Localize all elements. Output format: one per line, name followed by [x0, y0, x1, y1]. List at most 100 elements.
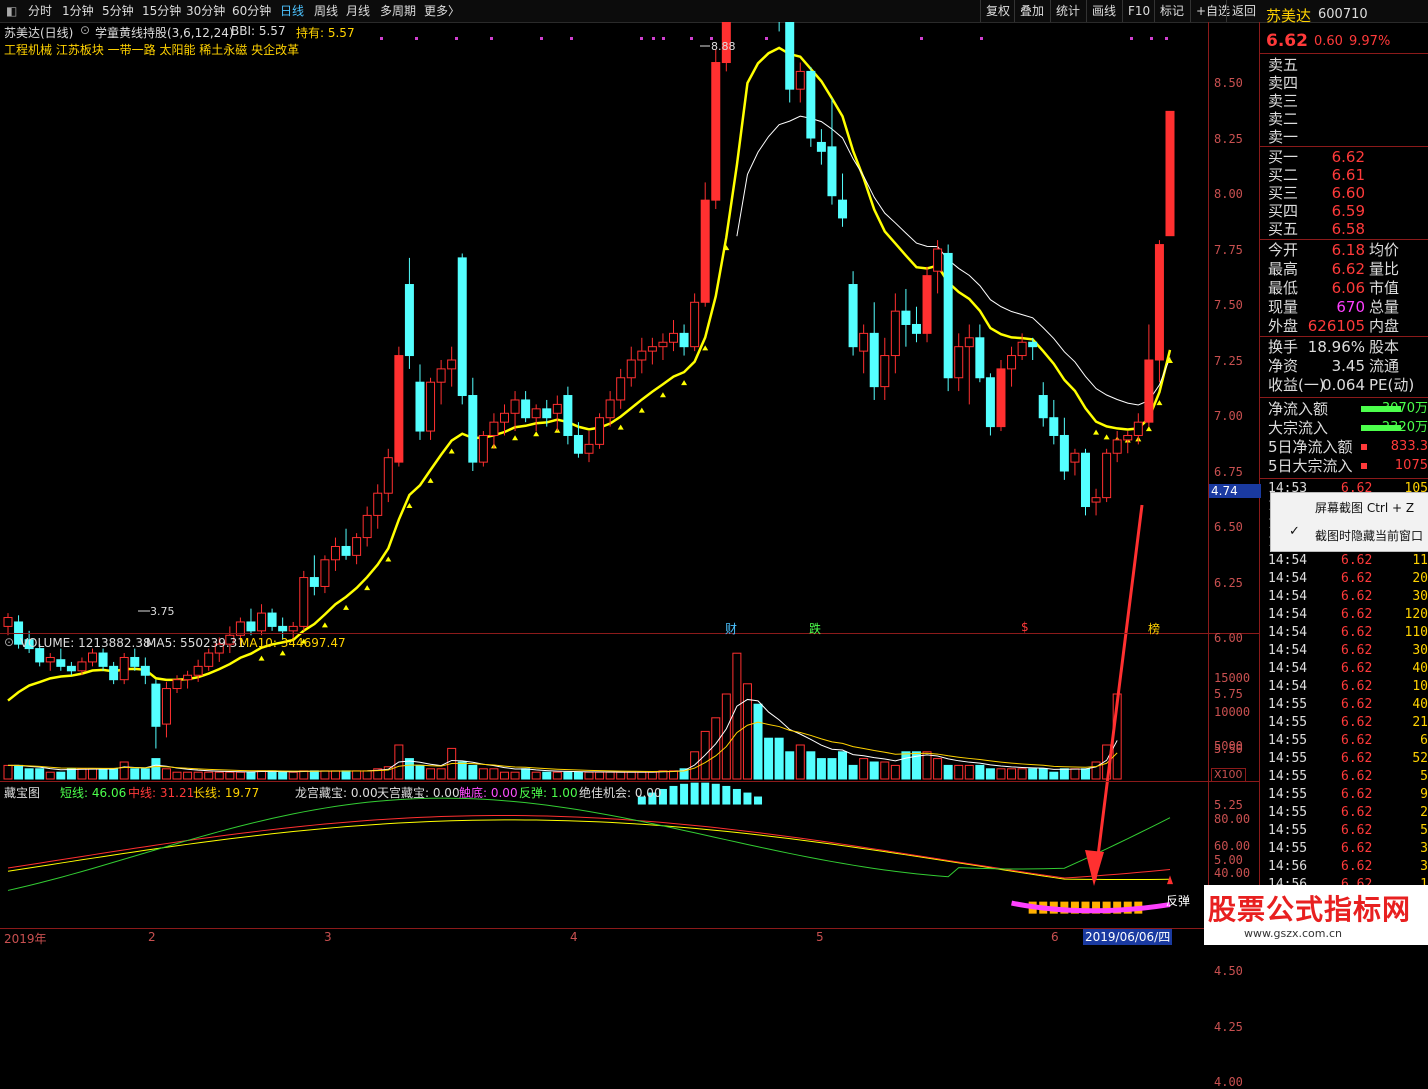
stat2-row-extra: 流通 — [1369, 357, 1400, 375]
price-axis-label: 6.00 — [1214, 631, 1243, 645]
event-mark-list[interactable]: 榜 — [1148, 620, 1160, 637]
stat-row: 最高 6.62 量比 — [1268, 260, 1428, 278]
quote-stock-code: 600710 — [1318, 7, 1368, 22]
candle-body — [341, 545, 351, 556]
candle-body — [436, 368, 446, 383]
bid-row-label: 买三 — [1268, 184, 1299, 202]
volume-bar — [267, 770, 277, 780]
tick-q: 5 — [1420, 769, 1428, 784]
btn-tongji[interactable]: 统计 — [1050, 0, 1085, 22]
candle-body — [415, 381, 425, 432]
btn-huaxian[interactable]: 画线 — [1086, 0, 1121, 22]
volume-bar — [214, 771, 224, 780]
menu-item-hide-window[interactable]: 截图时隐藏当前窗口 — [1271, 523, 1428, 549]
tab-more[interactable]: 更多〉 — [424, 0, 460, 22]
volume-bar — [119, 761, 129, 780]
volume-bar — [468, 764, 478, 780]
ind-jijia: 绝佳机会: 0.00 — [579, 786, 662, 800]
buy-triangle — [533, 431, 540, 437]
btn-f10[interactable]: F10 — [1122, 0, 1155, 22]
candle-body — [35, 648, 45, 663]
menu-item-screenshot[interactable]: 屏幕截图 Ctrl + Z — [1271, 495, 1428, 521]
tick-q: 21 — [1412, 715, 1428, 730]
indicator-name[interactable]: 学童黄线持股(3,6,12,24) — [95, 24, 234, 41]
stat-row-value: 6.18 — [1331, 241, 1365, 259]
indicator-title[interactable]: 藏宝图 — [4, 784, 40, 801]
ind-tiangong: 天宫藏宝: 0.00 — [377, 786, 460, 800]
volume-bar — [827, 758, 837, 780]
tick-t: 14:55 — [1268, 823, 1308, 838]
tick-t: 14:54 — [1268, 607, 1308, 622]
tick-p: 6.62 — [1341, 769, 1373, 784]
btn-diejia[interactable]: 叠加 — [1014, 0, 1049, 22]
tick-t: 14:54 — [1268, 661, 1308, 676]
candle-body — [827, 146, 837, 197]
tick-row: 14:54 6.62 11 — [1268, 552, 1428, 570]
volume-bar — [320, 770, 330, 780]
price-axis-label: 8.25 — [1214, 131, 1243, 146]
volume-bar — [552, 771, 562, 780]
candle-body — [1102, 452, 1112, 499]
btn-fuquan[interactable]: 复权 — [980, 0, 1015, 22]
site-watermark: 股票公式指标网 www.gszx.com.cn — [1204, 885, 1428, 945]
volume-ma10 — [8, 721, 1118, 773]
volume-bar — [77, 768, 87, 780]
volume-bar — [330, 770, 340, 780]
tab-60min[interactable]: 60分钟 — [232, 0, 271, 22]
volume-bar — [426, 768, 436, 780]
tab-5min[interactable]: 5分钟 — [102, 0, 134, 22]
sector-tags[interactable]: 工程机械 江苏板块 一带一路 太阳能 稀土永磁 央企改革 — [4, 41, 299, 58]
candle-body — [542, 408, 552, 419]
flow-label: 5日大宗流入 — [1268, 457, 1353, 475]
tick-p: 6.62 — [1341, 661, 1373, 676]
tick-t: 14:54 — [1268, 625, 1308, 640]
ind-chudi: 触底: 0.00 — [459, 786, 518, 800]
indicator-menu-icon[interactable]: ⊙ — [80, 23, 90, 37]
volume-bar — [1049, 771, 1059, 780]
volume-bar — [584, 771, 594, 780]
volume-menu-icon[interactable]: ⊙ — [4, 635, 14, 649]
volume-bar — [436, 768, 446, 780]
price-axis-label: 4.50 — [1214, 964, 1243, 978]
event-mark-drop[interactable]: 跌 — [809, 620, 821, 637]
tick-t: 14:55 — [1268, 733, 1308, 748]
volume-bar — [859, 758, 869, 780]
tab-monthly[interactable]: 月线 — [346, 0, 370, 22]
tab-30min[interactable]: 30分钟 — [186, 0, 225, 22]
stat2-row: 换手 18.96% 股本 — [1268, 338, 1428, 356]
stat2-row-label: 收益(一) — [1268, 376, 1325, 394]
kline-chart[interactable] — [0, 22, 1259, 945]
tab-15min[interactable]: 15分钟 — [142, 0, 181, 22]
flow-bar — [1361, 444, 1367, 450]
tab-daily[interactable]: 日线 — [280, 0, 304, 22]
tab-weekly[interactable]: 周线 — [314, 0, 338, 22]
date-cursor: 2019/06/06/四 — [1083, 929, 1173, 945]
tab-1min[interactable]: 1分钟 — [62, 0, 94, 22]
ind-peak-bar — [701, 782, 710, 805]
flow-label: 5日净流入额 — [1268, 438, 1353, 456]
stat2-row-value: 18.96% — [1307, 338, 1365, 356]
event-mark-finance[interactable]: 财 — [725, 620, 737, 637]
window-icon[interactable]: ◧ — [6, 0, 17, 22]
tick-q: 3 — [1420, 841, 1428, 856]
stat2-row-label: 换手 — [1268, 338, 1299, 356]
candle-body — [98, 652, 108, 667]
stat2-row-label: 净资 — [1268, 357, 1299, 375]
stat2-row-extra: PE(动) — [1369, 376, 1415, 394]
tab-multi-period[interactable]: 多周期 — [380, 0, 416, 22]
tab-fenshi[interactable]: 分时 — [28, 0, 52, 22]
price-axis-label: 8.50 — [1214, 76, 1243, 90]
event-mark-dollar[interactable]: $ — [1021, 620, 1029, 634]
volume-bar — [235, 771, 245, 780]
quote-divider — [1260, 53, 1428, 54]
btn-biaoji[interactable]: 标记 — [1154, 0, 1189, 22]
volume-bar — [732, 652, 742, 780]
ask-row: 卖三 — [1268, 92, 1428, 110]
volume-bar — [309, 770, 319, 780]
candle-body — [1144, 359, 1154, 423]
tick-q: 5 — [1420, 823, 1428, 838]
volume-bar — [24, 768, 34, 780]
candle-body — [140, 665, 150, 676]
btn-back[interactable]: 返回 — [1226, 0, 1261, 22]
signal-dot — [652, 37, 655, 40]
